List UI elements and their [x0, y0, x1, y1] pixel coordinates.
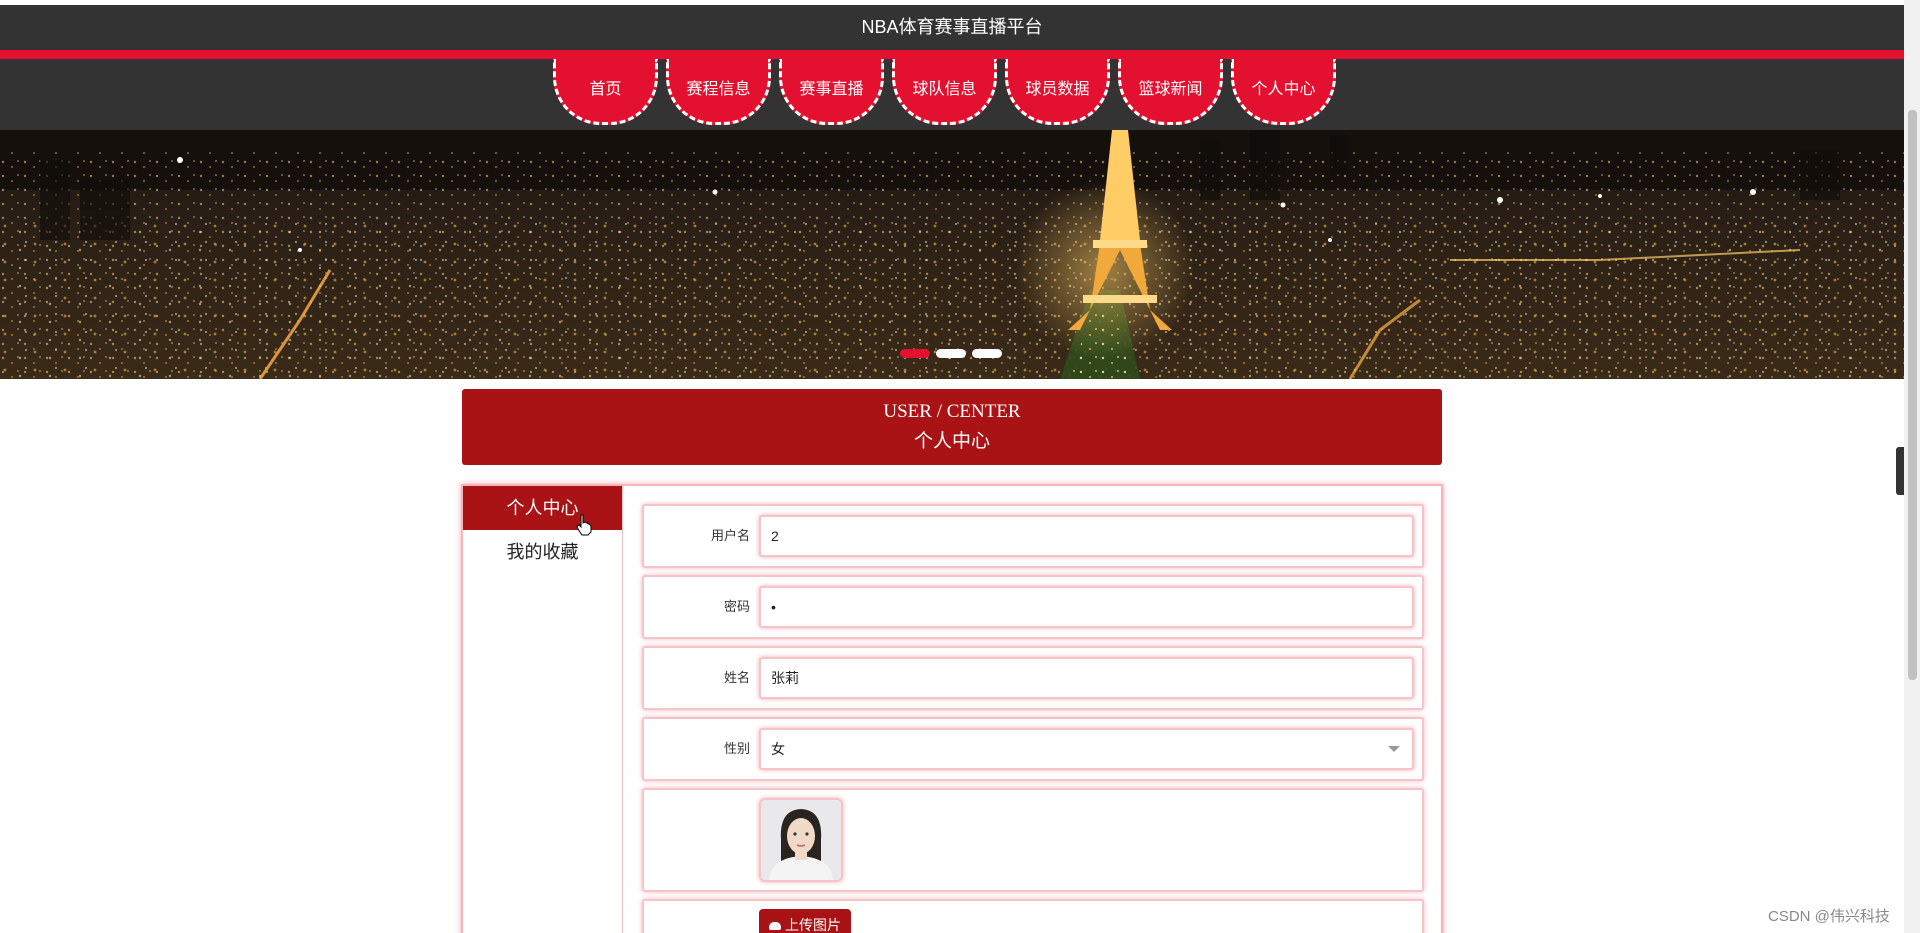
- user-photo-icon: [761, 800, 841, 880]
- nav-item-teams[interactable]: 球队信息: [892, 59, 997, 125]
- header-accent-line: [0, 50, 1904, 59]
- nav-bar: 首页 赛程信息 赛事直播 球队信息 球员数据 篮球新闻 个人中心: [0, 59, 1904, 130]
- scrollbar-thumb[interactable]: [1908, 110, 1917, 680]
- gender-select[interactable]: 女: [759, 728, 1414, 770]
- carousel-dot-1[interactable]: [900, 349, 930, 358]
- site-title: NBA体育赛事直播平台: [861, 17, 1043, 37]
- paris-night-eiffel-tower-icon: [0, 130, 1904, 379]
- gender-select-value: 女: [771, 741, 785, 757]
- section-title-en: USER / CENTER: [883, 401, 1021, 422]
- carousel-dot-3[interactable]: [972, 349, 1002, 358]
- chevron-down-icon: [1388, 746, 1400, 752]
- site-header: NBA体育赛事直播平台: [0, 5, 1904, 50]
- password-input[interactable]: •: [759, 586, 1414, 628]
- hand-pointer-icon: [576, 514, 592, 536]
- nav-item-user-center[interactable]: 个人中心: [1231, 59, 1336, 125]
- side-item-favorites[interactable]: 我的收藏: [463, 530, 622, 574]
- username-input[interactable]: 2: [759, 515, 1414, 557]
- carousel-dots: [900, 349, 1002, 358]
- nav-item-schedule[interactable]: 赛程信息: [666, 59, 771, 125]
- name-label: 姓名: [723, 670, 750, 685]
- side-menu: 个人中心 我的收藏: [463, 486, 623, 933]
- form-row-photo: [642, 788, 1424, 892]
- watermark: CSDN @伟兴科技: [1768, 908, 1890, 925]
- gender-label: 性别: [723, 741, 750, 756]
- page: NBA体育赛事直播平台 首页 赛程信息 赛事直播 球队信息 球员数据 篮球新闻 …: [0, 0, 1920, 933]
- nav-item-news[interactable]: 篮球新闻: [1118, 59, 1223, 125]
- carousel-dot-2[interactable]: [936, 349, 966, 358]
- nav-item-player-stats[interactable]: 球员数据: [1005, 59, 1110, 125]
- form-row-password: 密码 •: [642, 575, 1424, 639]
- profile-form: 用户名 2 密码 • 姓名 张莉 性别 女 上传图片: [642, 504, 1424, 933]
- avatar[interactable]: [759, 798, 843, 882]
- nav-item-home[interactable]: 首页: [553, 59, 658, 125]
- user-center-panel: 个人中心 我的收藏 用户名 2 密码 • 姓名 张莉 性别 女 上传图片: [461, 484, 1443, 933]
- upload-image-label: 上传图片: [785, 917, 841, 933]
- form-row-name: 姓名 张莉: [642, 646, 1424, 710]
- form-row-gender: 性别 女: [642, 717, 1424, 781]
- username-label: 用户名: [710, 528, 750, 543]
- page-scrollbar[interactable]: [1904, 0, 1920, 933]
- section-title-cn: 个人中心: [913, 431, 990, 452]
- cloud-upload-icon: [769, 922, 781, 931]
- password-label: 密码: [723, 599, 750, 614]
- nav-item-live[interactable]: 赛事直播: [779, 59, 884, 125]
- form-row-username: 用户名 2: [642, 504, 1424, 568]
- section-title: USER / CENTER 个人中心: [462, 389, 1442, 465]
- banner-carousel[interactable]: [0, 130, 1904, 379]
- upload-image-button[interactable]: 上传图片: [759, 909, 851, 933]
- name-input[interactable]: 张莉: [759, 657, 1414, 699]
- side-item-user-center[interactable]: 个人中心: [463, 486, 622, 530]
- form-row-upload: 上传图片: [642, 899, 1424, 933]
- main-nav: 首页 赛程信息 赛事直播 球队信息 球员数据 篮球新闻 个人中心: [553, 59, 1336, 125]
